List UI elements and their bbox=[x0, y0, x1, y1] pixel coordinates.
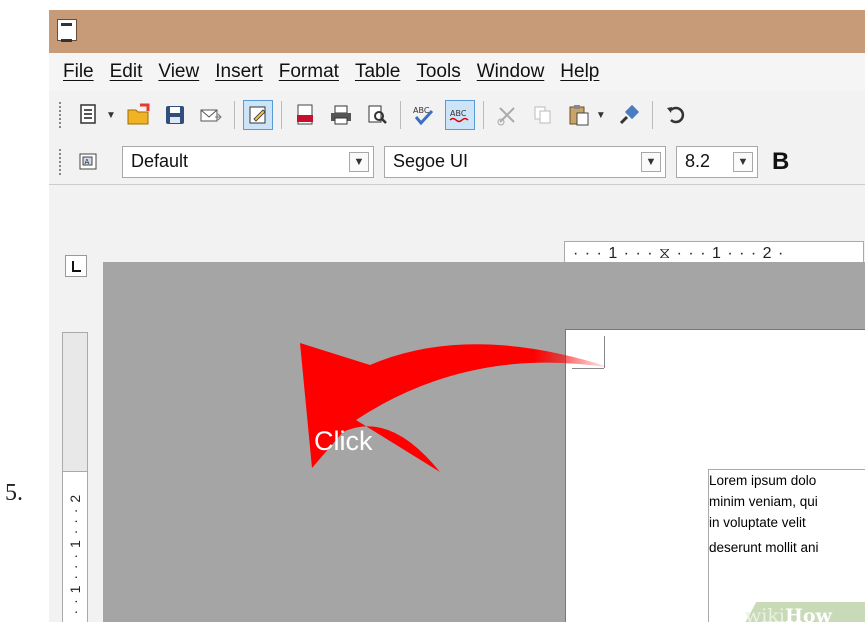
click-arrow-overlay bbox=[300, 343, 612, 472]
click-label: Click bbox=[314, 426, 373, 456]
